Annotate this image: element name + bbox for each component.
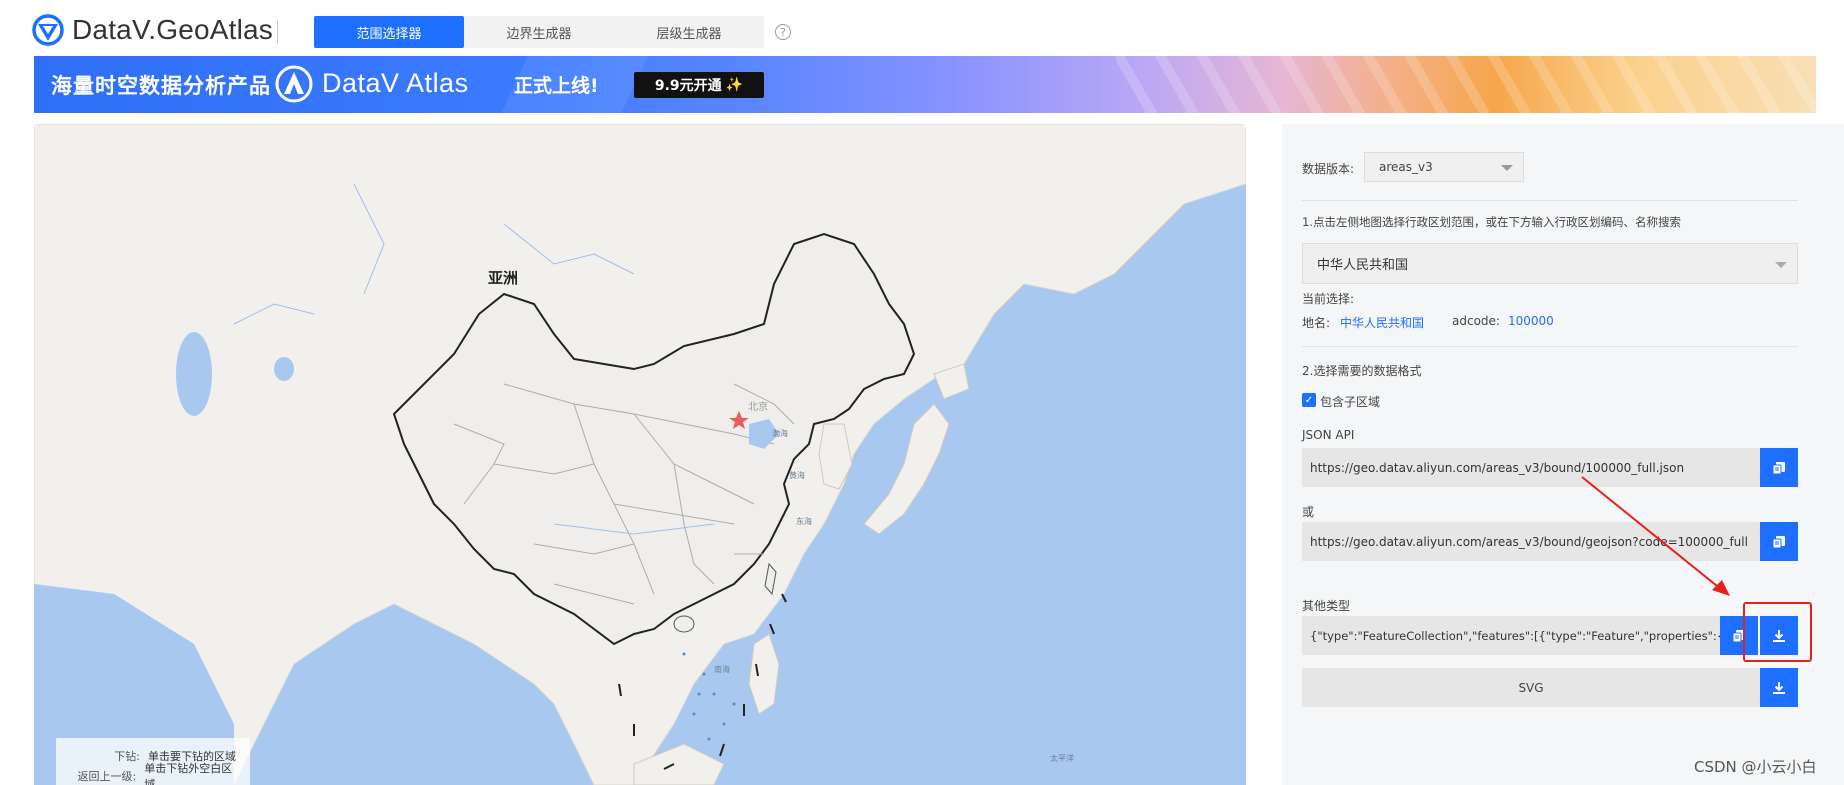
annotation-arrow bbox=[1581, 476, 1730, 596]
watermark: CSDN @小云小白 bbox=[1694, 758, 1817, 776]
